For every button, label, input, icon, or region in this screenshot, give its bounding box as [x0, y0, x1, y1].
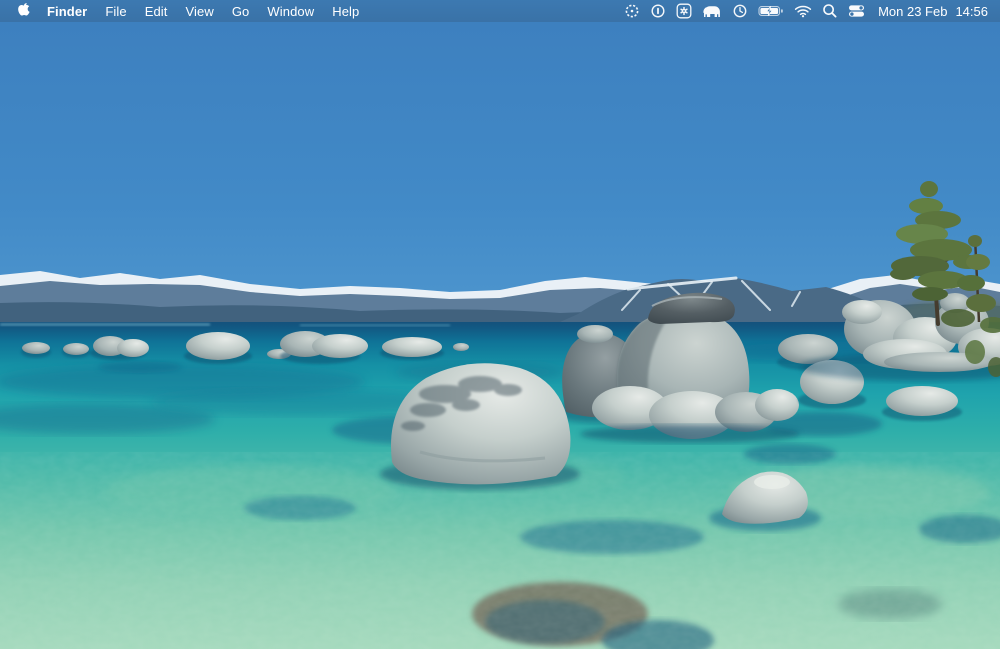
wifi-icon[interactable] [789, 0, 817, 22]
menu-edit[interactable]: Edit [136, 0, 177, 22]
app-menu-finder[interactable]: Finder [38, 0, 96, 22]
battery-charging-icon[interactable] [753, 0, 789, 22]
menu-view[interactable]: View [177, 0, 223, 22]
menubar-time: 14:56 [955, 4, 988, 19]
apple-icon [16, 2, 30, 21]
menu-bar: Finder File Edit View Go Window Help [0, 0, 1000, 22]
apple-menu[interactable] [10, 0, 38, 22]
spotlight-search-icon[interactable] [817, 0, 843, 22]
menu-help[interactable]: Help [323, 0, 368, 22]
menu-go[interactable]: Go [223, 0, 259, 22]
menubar-clock[interactable]: Mon 23 Feb 14:56 [870, 4, 988, 19]
circle-pause-icon[interactable] [645, 0, 671, 22]
desktop-wallpaper [0, 22, 1000, 649]
menu-bar-left: Finder File Edit View Go Window Help [0, 0, 368, 22]
dotted-dial-icon[interactable] [619, 0, 645, 22]
elephant-icon[interactable] [697, 0, 727, 22]
control-center-icon[interactable] [843, 0, 870, 22]
menu-file[interactable]: File [96, 0, 135, 22]
gear-tile-icon[interactable] [671, 0, 697, 22]
menu-bar-right: Mon 23 Feb 14:56 [619, 0, 1000, 22]
clock-icon[interactable] [727, 0, 753, 22]
menubar-date: Mon 23 Feb [878, 4, 947, 19]
menu-window[interactable]: Window [258, 0, 323, 22]
